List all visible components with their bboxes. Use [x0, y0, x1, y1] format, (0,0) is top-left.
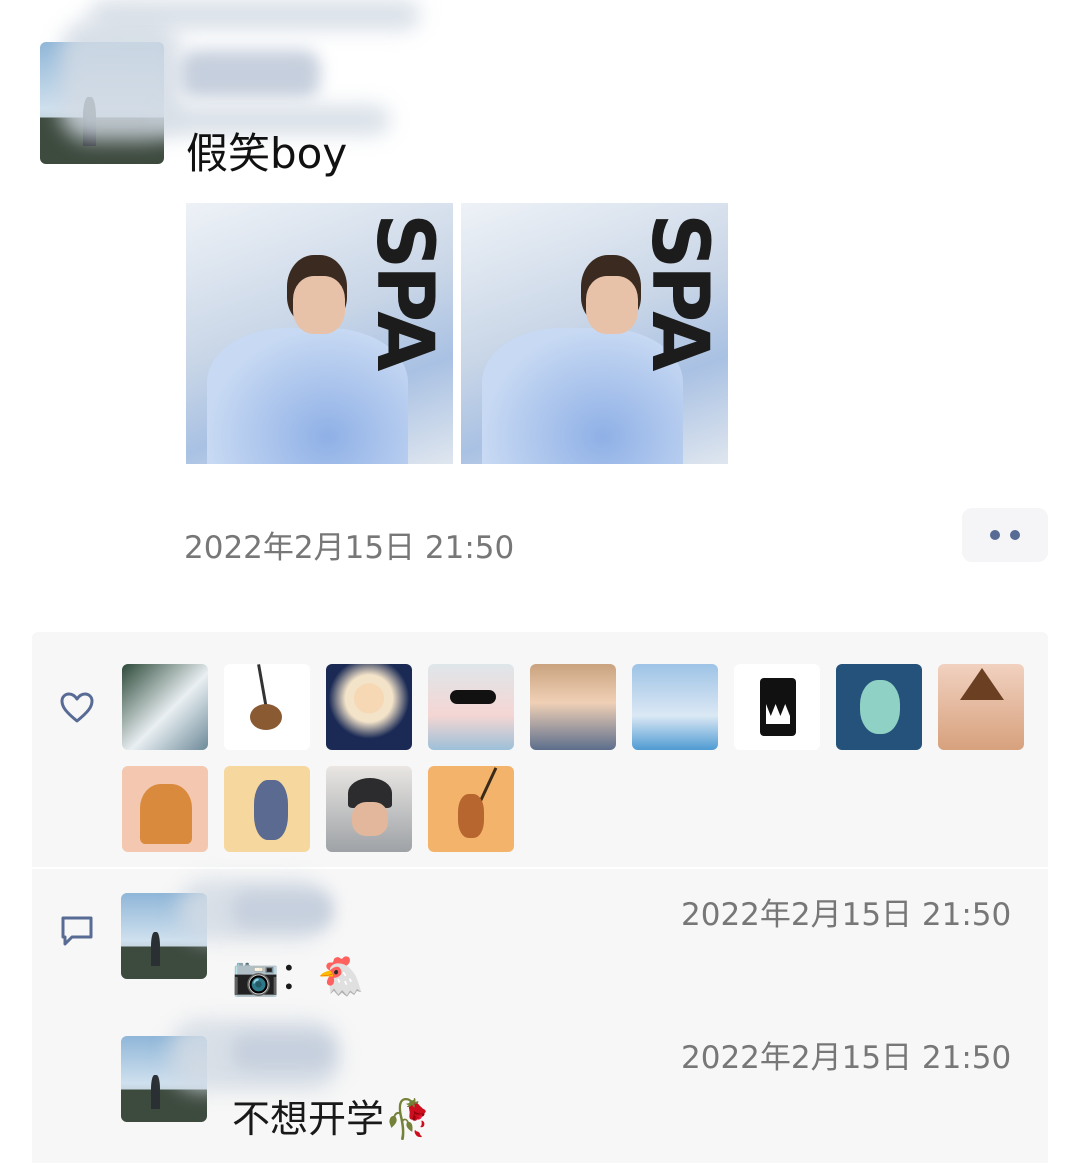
- more-dot-icon: [1010, 530, 1020, 540]
- post-photo-2[interactable]: SPA: [461, 203, 728, 464]
- more-dot-icon: [990, 530, 1000, 540]
- like-avatar[interactable]: [428, 664, 514, 750]
- like-avatar[interactable]: [938, 664, 1024, 750]
- comment-bubble-icon: [60, 915, 94, 951]
- top-blur-strip: [90, 0, 420, 30]
- commenter-nickname-blurred[interactable]: [232, 1034, 332, 1070]
- photo-face: [292, 276, 345, 335]
- post-text: 假笑boy: [186, 129, 348, 178]
- comment-text: 📷：🐔: [232, 954, 365, 998]
- like-avatar[interactable]: [836, 664, 922, 750]
- poster-nickname-blurred[interactable]: [180, 50, 320, 98]
- panel-divider: [32, 867, 1048, 869]
- like-avatar[interactable]: [122, 664, 208, 750]
- photo-sign-letters: SPA: [634, 213, 724, 368]
- photo-sign-letters: SPA: [359, 213, 449, 368]
- comment-text: 不想开学🥀: [232, 1097, 432, 1141]
- like-avatar[interactable]: [428, 766, 514, 852]
- commenter-nickname-blurred[interactable]: [232, 892, 332, 928]
- comment-timestamp: 2022年2月15日 21:50: [681, 897, 1012, 933]
- like-avatar[interactable]: [224, 664, 310, 750]
- like-avatar[interactable]: [632, 664, 718, 750]
- post-photo-1[interactable]: SPA: [186, 203, 453, 464]
- like-avatar[interactable]: [734, 664, 820, 750]
- like-avatar[interactable]: [224, 766, 310, 852]
- like-avatar[interactable]: [530, 664, 616, 750]
- comment-timestamp: 2022年2月15日 21:50: [681, 1040, 1012, 1076]
- more-options-button[interactable]: [962, 508, 1048, 562]
- photo-face: [586, 276, 639, 335]
- heart-outline-icon: [60, 692, 94, 728]
- post-timestamp: 2022年2月15日 21:50: [184, 530, 515, 566]
- like-avatar[interactable]: [326, 766, 412, 852]
- like-avatar[interactable]: [326, 664, 412, 750]
- like-avatar[interactable]: [122, 766, 208, 852]
